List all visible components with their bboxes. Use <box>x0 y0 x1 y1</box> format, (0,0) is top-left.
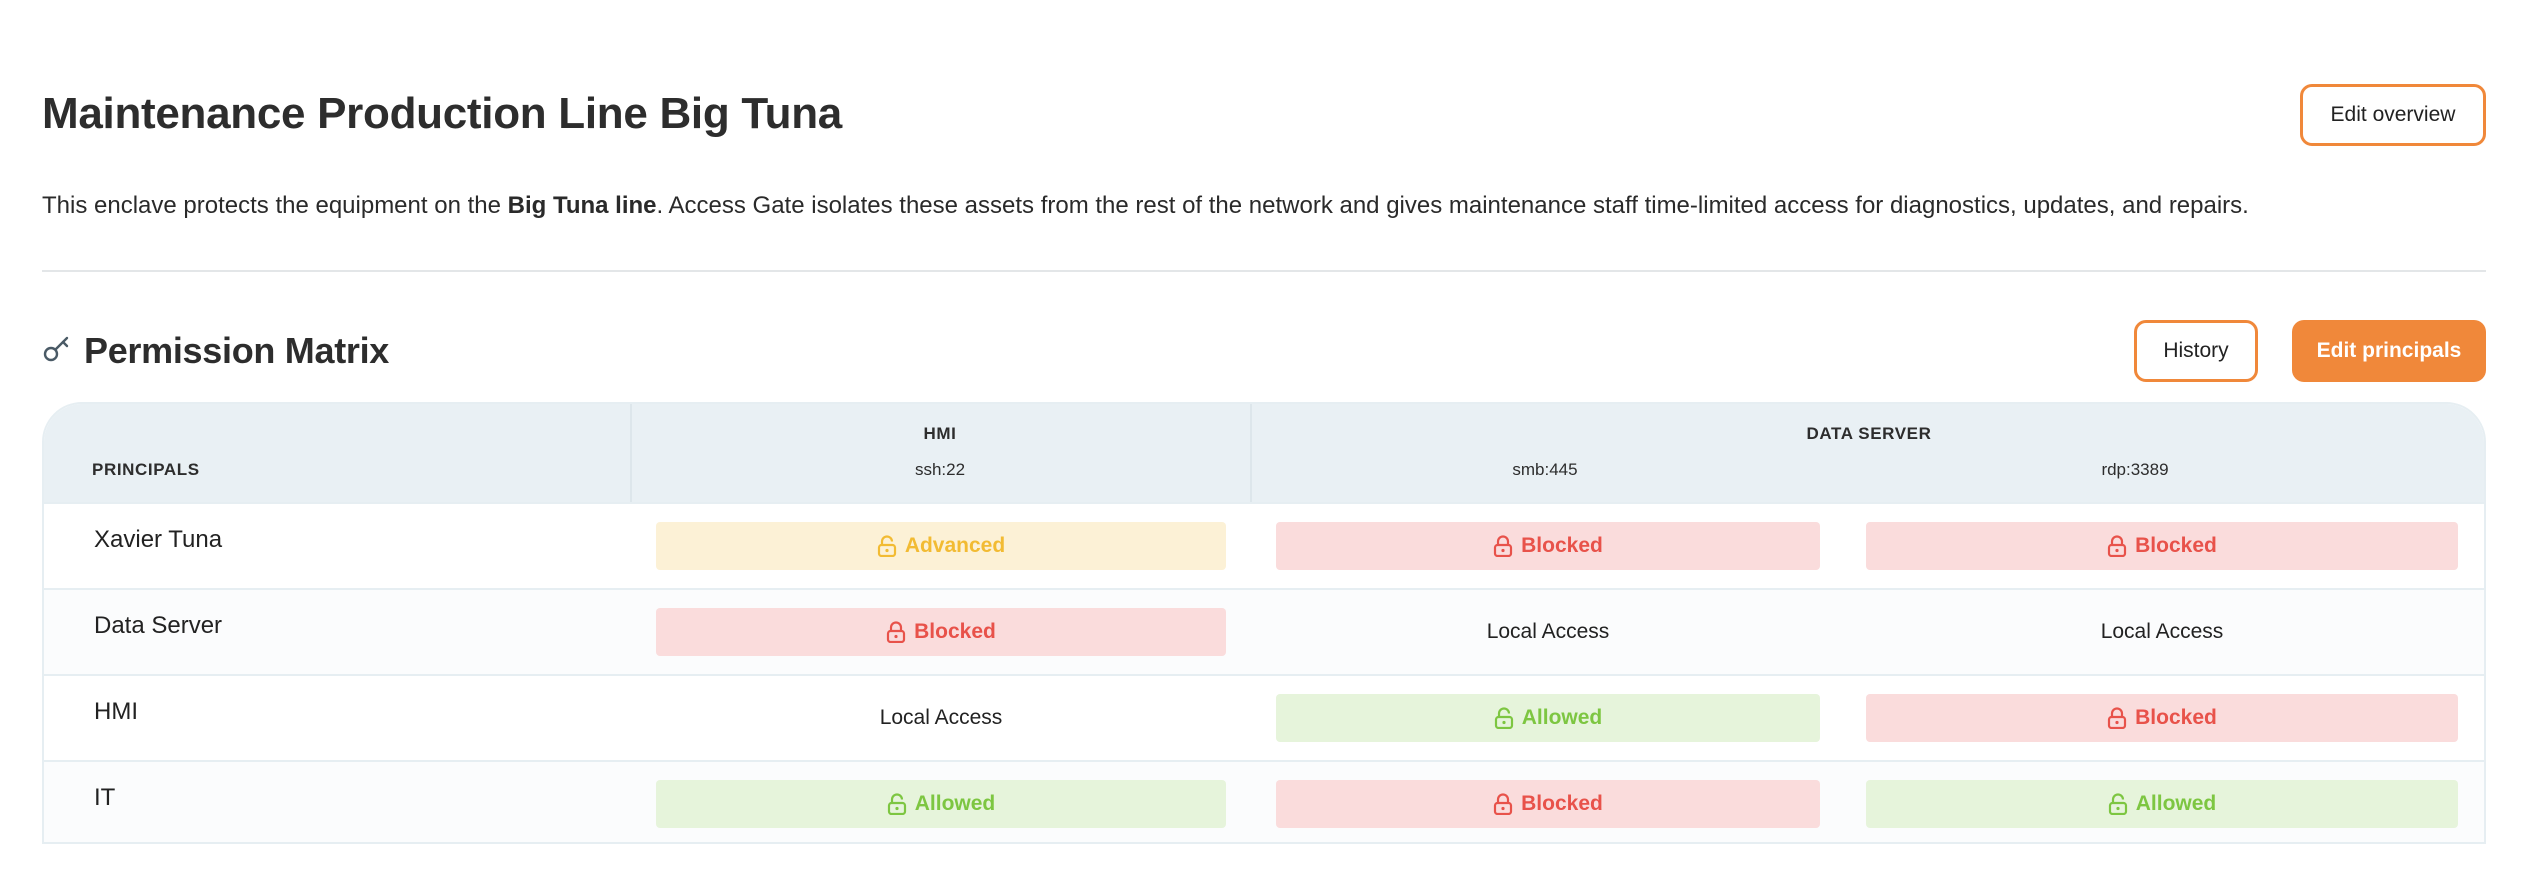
principal-name: Data Server <box>94 612 223 639</box>
permission-cell-blocked[interactable]: Blocked <box>1866 694 2458 742</box>
unlock-icon <box>1494 707 1513 729</box>
column-divider <box>630 404 632 502</box>
permission-label: Blocked <box>1521 534 1603 557</box>
port-header-smb: smb:445 <box>1512 460 1578 479</box>
permission-label: Blocked <box>1521 792 1603 815</box>
port-header-ssh: ssh:22 <box>914 460 966 479</box>
description-text-rest: . Access Gate isolates these assets from… <box>656 192 2249 219</box>
group-header-data-server: DATA SERVER <box>1806 424 1932 443</box>
permission-cell-advanced[interactable]: Advanced <box>656 522 1226 570</box>
permission-cell-allowed[interactable]: Allowed <box>1866 780 2458 828</box>
matrix-row: IT Allowed Blocked Allowed <box>44 760 2484 842</box>
unlock-icon <box>2108 793 2127 815</box>
matrix-row: Data Server Blocked Local Access Local Acce… <box>44 588 2484 674</box>
principal-name: Xavier Tuna <box>94 526 223 553</box>
permission-label: Allowed <box>1521 706 1603 729</box>
permission-label: Blocked <box>2135 534 2217 557</box>
permission-label: Blocked <box>2135 706 2217 729</box>
permission-cell-local: Local Access <box>1276 608 1820 656</box>
principal-name: IT <box>94 784 116 811</box>
permission-label: Blocked <box>914 620 996 643</box>
lock-icon <box>2108 707 2127 729</box>
permission-cell-blocked[interactable]: Blocked <box>1276 780 1820 828</box>
page-title: Maintenance Production Line Big Tuna <box>42 89 842 138</box>
port-header-rdp: rdp:3389 <box>2101 460 2169 479</box>
permission-label: Allowed <box>914 792 996 815</box>
lock-icon <box>2108 535 2127 557</box>
description-bold: Big Tuna line <box>507 192 657 219</box>
principals-header: PRINCIPALS <box>92 460 200 479</box>
lock-icon <box>1494 535 1513 557</box>
divider <box>42 270 2486 272</box>
section-title: Permission Matrix <box>84 330 390 371</box>
permission-cell-local: Local Access <box>1866 608 2458 656</box>
permission-cell-blocked[interactable]: Blocked <box>1866 522 2458 570</box>
permission-cell-local: Local Access <box>656 694 1226 742</box>
permission-label: Advanced <box>904 534 1006 557</box>
enclave-description: This enclave protects the equipment on t… <box>42 190 2249 222</box>
permission-cell-blocked[interactable]: Blocked <box>656 608 1226 656</box>
permission-label: Local Access <box>2100 620 2224 643</box>
permission-cell-blocked[interactable]: Blocked <box>1276 522 1820 570</box>
page-header: Maintenance Production Line Big Tuna Edi… <box>42 84 2486 146</box>
key-icon <box>43 336 69 362</box>
permission-cell-allowed[interactable]: Allowed <box>1276 694 1820 742</box>
history-button[interactable]: History <box>2134 320 2258 382</box>
lock-icon <box>887 621 906 643</box>
column-divider <box>1250 404 1252 502</box>
principal-name: HMI <box>94 698 138 725</box>
lock-icon <box>1494 793 1513 815</box>
permission-matrix: PRINCIPALS HMI ssh:22 DATA SERVER smb:44… <box>42 402 2486 844</box>
unlock-icon <box>877 535 896 557</box>
matrix-header: PRINCIPALS HMI ssh:22 DATA SERVER smb:44… <box>44 404 2484 502</box>
edit-overview-button[interactable]: Edit overview <box>2300 84 2486 146</box>
unlock-icon <box>887 793 906 815</box>
permission-cell-allowed[interactable]: Allowed <box>656 780 1226 828</box>
permission-matrix-header: Permission Matrix History Edit principal… <box>42 320 2486 382</box>
group-header-hmi: HMI <box>923 424 957 443</box>
permission-label: Local Access <box>879 706 1003 729</box>
description-text: This enclave protects the equipment on t… <box>42 192 508 219</box>
matrix-row: HMI Local Access Allowed Blocked <box>44 674 2484 760</box>
permission-label: Allowed <box>2135 792 2217 815</box>
matrix-row: Xavier Tuna Advanced Blocked Blocked <box>44 502 2484 588</box>
edit-principals-button[interactable]: Edit principals <box>2292 320 2486 382</box>
permission-label: Local Access <box>1486 620 1610 643</box>
